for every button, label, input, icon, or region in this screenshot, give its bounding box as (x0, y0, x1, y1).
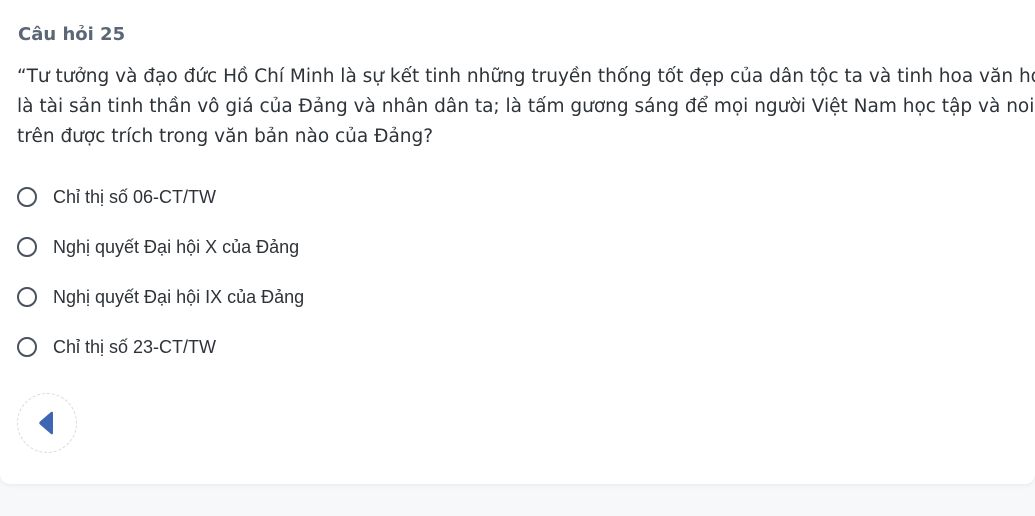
radio-button[interactable] (17, 237, 37, 257)
previous-question-button[interactable] (17, 393, 77, 453)
answer-option-label: Chỉ thị số 23-CT/TW (53, 336, 217, 357)
radio-button[interactable] (17, 287, 37, 307)
radio-button[interactable] (17, 337, 37, 357)
triangle-left-icon (39, 411, 53, 435)
answer-option-4[interactable]: Chỉ thị số 23-CT/TW (15, 322, 615, 372)
question-text-line: “Tư tưởng và đạo đức Hồ Chí Minh là sự k… (17, 66, 1035, 87)
question-title: Câu hỏi 25 (18, 24, 126, 45)
question-text-line: trên được trích trong văn bản nào của Đả… (17, 126, 434, 147)
answer-option-2[interactable]: Nghị quyết Đại hội X của Đảng (15, 222, 615, 272)
question-text-line: là tài sản tinh thần vô giá của Đảng và … (17, 96, 1035, 117)
answer-options: Chỉ thị số 06-CT/TW Nghị quyết Đại hội X… (15, 172, 615, 372)
radio-button[interactable] (17, 187, 37, 207)
answer-option-label: Nghị quyết Đại hội X của Đảng (53, 236, 300, 257)
answer-option-3[interactable]: Nghị quyết Đại hội IX của Đảng (15, 272, 615, 322)
question-card: Câu hỏi 25 “Tư tưởng và đạo đức Hồ Chí M… (0, 0, 1035, 484)
answer-option-label: Chỉ thị số 06-CT/TW (53, 186, 217, 207)
answer-option-label: Nghị quyết Đại hội IX của Đảng (53, 286, 305, 307)
answer-option-1[interactable]: Chỉ thị số 06-CT/TW (15, 172, 615, 222)
question-text: “Tư tưởng và đạo đức Hồ Chí Minh là sự k… (17, 62, 1035, 152)
